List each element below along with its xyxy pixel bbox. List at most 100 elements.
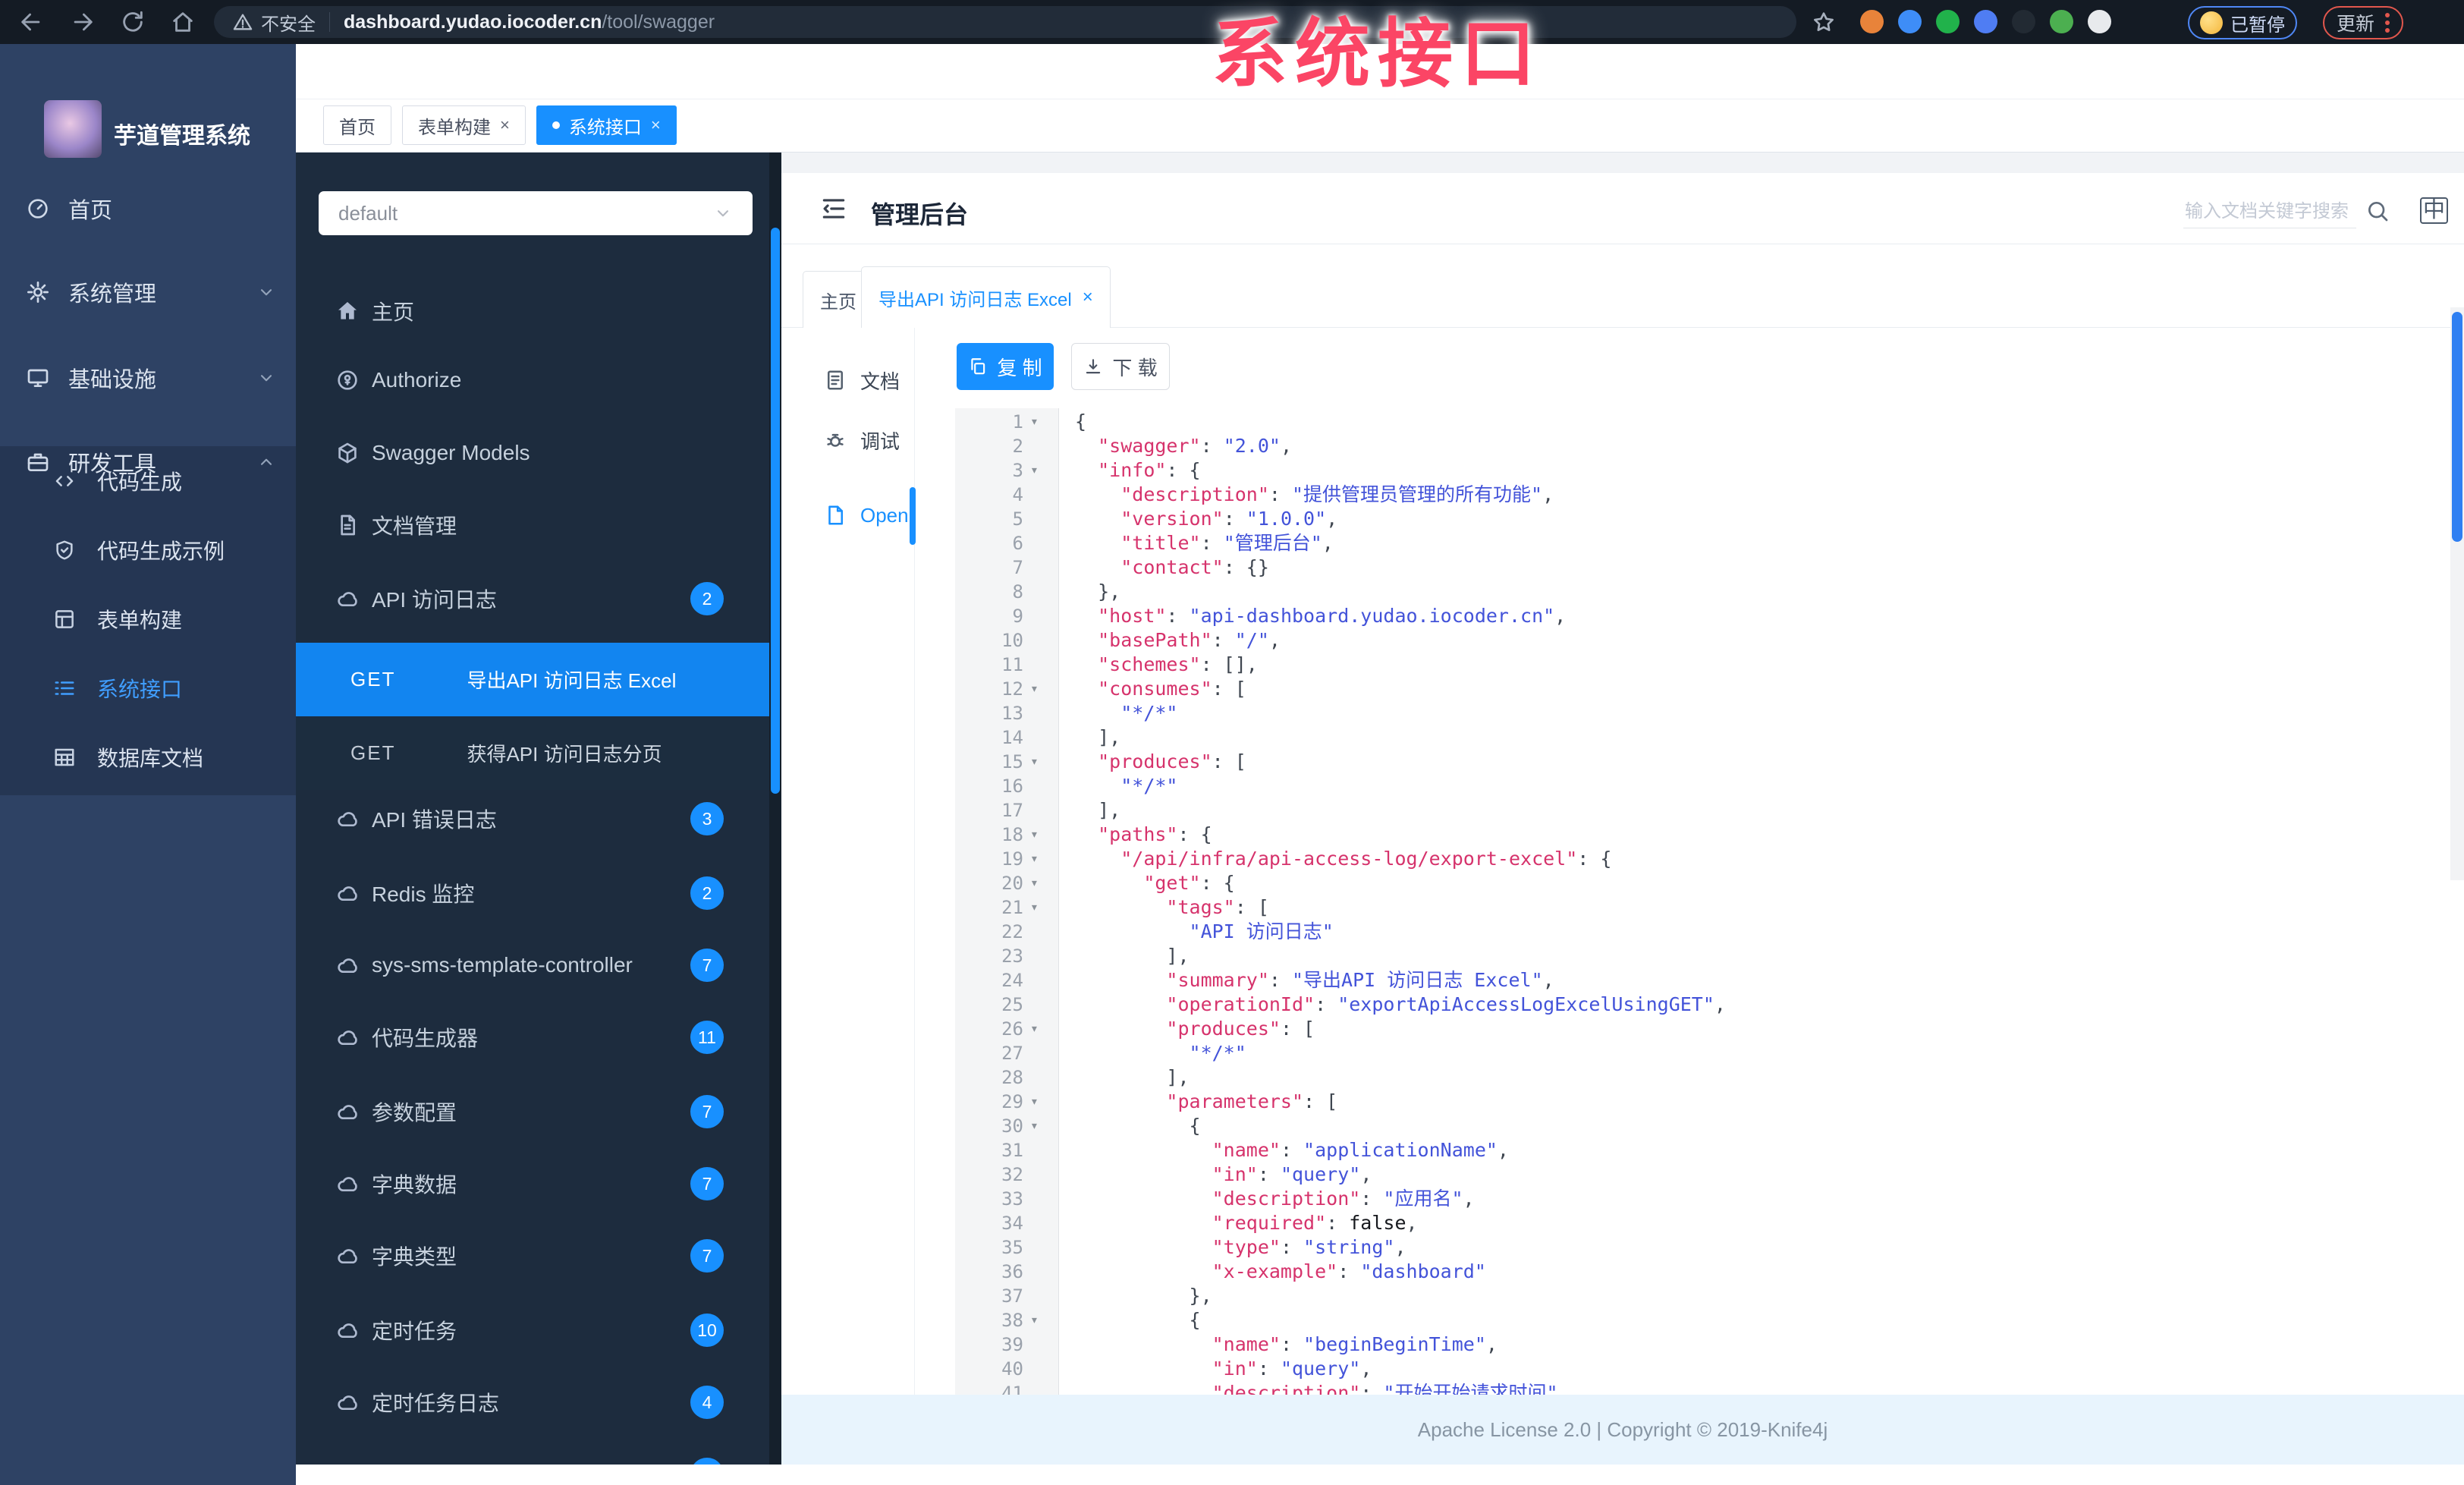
api-group-item[interactable]: 参数配置 7 xyxy=(296,1075,781,1148)
line-number: 19 xyxy=(1001,848,1023,870)
collapse-menu-icon[interactable] xyxy=(819,194,848,223)
count-badge: 10 xyxy=(690,1314,724,1347)
fold-icon[interactable]: ▾ xyxy=(1030,871,1053,895)
fold-icon[interactable]: ▾ xyxy=(1030,823,1053,847)
sidebar-subitem[interactable]: 系统接口 xyxy=(0,654,296,722)
endpoint-item[interactable]: GET 获得API 访问日志分页 xyxy=(296,716,781,790)
extension-indigo-grid-icon[interactable] xyxy=(1974,10,1997,33)
line-number: 10 xyxy=(1001,630,1023,651)
api-group-item[interactable]: Swagger Models xyxy=(296,417,781,489)
search-icon[interactable] xyxy=(2365,199,2390,223)
bottom-strip xyxy=(296,1465,2464,1485)
api-group-label: 文档管理 xyxy=(372,514,457,538)
doc-nav-open[interactable]: Open xyxy=(824,500,909,530)
api-group-item[interactable]: 字典类型 7 xyxy=(296,1219,781,1292)
sidebar-subitem[interactable]: 数据库文档 xyxy=(0,723,296,791)
api-group-item[interactable]: 主页 xyxy=(296,275,781,348)
close-icon[interactable]: × xyxy=(1083,287,1093,308)
browser-reload-icon[interactable] xyxy=(120,9,146,35)
sidebar-item[interactable]: 基础设施 xyxy=(0,345,296,411)
page-scrollbar-thumb[interactable] xyxy=(2452,312,2462,542)
tab-item[interactable]: 首页 xyxy=(323,105,391,145)
fold-icon[interactable]: ▾ xyxy=(1030,458,1053,483)
line-number: 24 xyxy=(1001,970,1023,991)
update-button[interactable]: 更新 xyxy=(2323,6,2404,39)
fold-icon[interactable]: ▾ xyxy=(1030,677,1053,701)
sidebar-item[interactable]: 首页 xyxy=(0,175,296,242)
api-scrollbar-thumb[interactable] xyxy=(771,228,780,794)
language-icon[interactable]: 中 xyxy=(2420,197,2449,224)
api-group-item[interactable]: 字典数据 7 xyxy=(296,1147,781,1220)
page-tab-bar: 首页 表单构建 × 系统接口 × xyxy=(296,99,2464,153)
api-group-item[interactable]: Redis 监控 2 xyxy=(296,857,781,930)
doc-nav-调试[interactable]: 调试 xyxy=(824,425,900,455)
sidebar-subitem-label: 数据库文档 xyxy=(97,747,204,770)
extension-orange-icon[interactable] xyxy=(1860,10,1884,33)
bookmark-star-icon[interactable] xyxy=(1812,10,1836,34)
cloud-icon xyxy=(335,1100,360,1124)
api-group-item[interactable]: sys-sms-template-controller 7 xyxy=(296,929,781,1002)
endpoint-item[interactable]: GET 导出API 访问日志 Excel xyxy=(296,643,781,716)
browser-home-icon[interactable] xyxy=(170,9,196,35)
fold-icon[interactable]: ▾ xyxy=(1030,1090,1053,1114)
doc-nav-文档[interactable]: 文档 xyxy=(824,365,900,395)
url-separator xyxy=(329,12,330,32)
api-group-item[interactable]: 代码生成器 11 xyxy=(296,1001,781,1074)
fold-icon[interactable]: ▾ xyxy=(1030,847,1053,871)
line-number: 15 xyxy=(1001,751,1023,772)
sidebar-subitem[interactable]: 代码生成示例 xyxy=(0,516,296,584)
extension-blue-drop-icon[interactable] xyxy=(1898,10,1922,33)
api-group-label: Redis 监控 xyxy=(372,883,475,906)
extension-dark-cn-icon[interactable] xyxy=(2012,10,2035,33)
code-line: "type": "string", xyxy=(1212,1236,1406,1258)
download-button[interactable]: 下 载 xyxy=(1071,343,1170,390)
api-group-item[interactable]: 文档管理 xyxy=(296,489,781,562)
api-group-label: 定时任务 xyxy=(372,1320,457,1343)
api-group-item[interactable]: API 访问日志 2 xyxy=(296,562,781,635)
paused-badge[interactable]: 已暂停 xyxy=(2188,6,2297,39)
fold-icon[interactable]: ▾ xyxy=(1030,410,1053,434)
api-group-item[interactable]: 岗位 4 xyxy=(296,1438,781,1465)
fold-icon[interactable]: ▾ xyxy=(1030,750,1053,774)
sidebar-subitem[interactable]: 表单构建 xyxy=(0,585,296,653)
browser-menu-icon[interactable] xyxy=(2385,20,2390,25)
api-group-item[interactable]: 定时任务 10 xyxy=(296,1294,781,1367)
count-badge: 2 xyxy=(690,876,724,910)
line-number: 5 xyxy=(1012,508,1023,530)
code-line: "*/*" xyxy=(1189,1042,1246,1064)
close-icon[interactable]: × xyxy=(500,115,510,135)
extension-leaf-icon[interactable] xyxy=(2050,10,2073,33)
url-bar[interactable]: 不安全 dashboard.yudao.iocoder.cn /tool/swa… xyxy=(214,6,1796,38)
sidebar-item[interactable]: 系统管理 xyxy=(0,259,296,326)
api-group-item[interactable]: 定时任务日志 4 xyxy=(296,1366,781,1439)
api-icon xyxy=(53,677,76,700)
doc-tab-active[interactable]: 导出API 访问日志 Excel × xyxy=(861,266,1111,328)
code-line: { xyxy=(1075,1309,1201,1331)
code-line: "in": "query", xyxy=(1212,1163,1372,1185)
tab-item[interactable]: 表单构建 × xyxy=(402,105,526,145)
extension-green-circle-icon[interactable] xyxy=(1936,10,1960,33)
fold-icon[interactable]: ▾ xyxy=(1030,1114,1053,1138)
api-group-item[interactable]: Authorize xyxy=(296,344,781,417)
chevron-down-icon xyxy=(713,203,733,223)
sidebar-subitem[interactable]: 代码生成 xyxy=(0,447,296,515)
code-line: "description": "应用名", xyxy=(1212,1188,1475,1210)
browser-extensions xyxy=(1860,10,2111,33)
fold-icon[interactable]: ▾ xyxy=(1030,1308,1053,1332)
fold-icon[interactable]: ▾ xyxy=(1030,1017,1053,1041)
api-group-label: 代码生成器 xyxy=(372,1027,479,1050)
api-group-select[interactable]: default xyxy=(319,191,753,235)
code-line: "name": "beginBeginTime", xyxy=(1212,1333,1498,1355)
tab-active[interactable]: 系统接口 × xyxy=(536,105,677,145)
chevron-down-icon xyxy=(256,368,276,388)
api-group-item[interactable]: API 错误日志 3 xyxy=(296,782,781,855)
extension-light-star-icon[interactable] xyxy=(2088,10,2111,33)
count-badge: 11 xyxy=(690,1021,724,1054)
fold-icon[interactable]: ▾ xyxy=(1030,895,1053,920)
browser-forward-icon[interactable] xyxy=(70,9,96,35)
tab-label: 首页 xyxy=(339,117,376,138)
browser-back-icon[interactable] xyxy=(18,9,44,35)
close-icon[interactable]: × xyxy=(651,115,661,135)
copy-button[interactable]: 复 制 xyxy=(957,343,1054,390)
doc-search-input[interactable] xyxy=(2183,196,2356,228)
